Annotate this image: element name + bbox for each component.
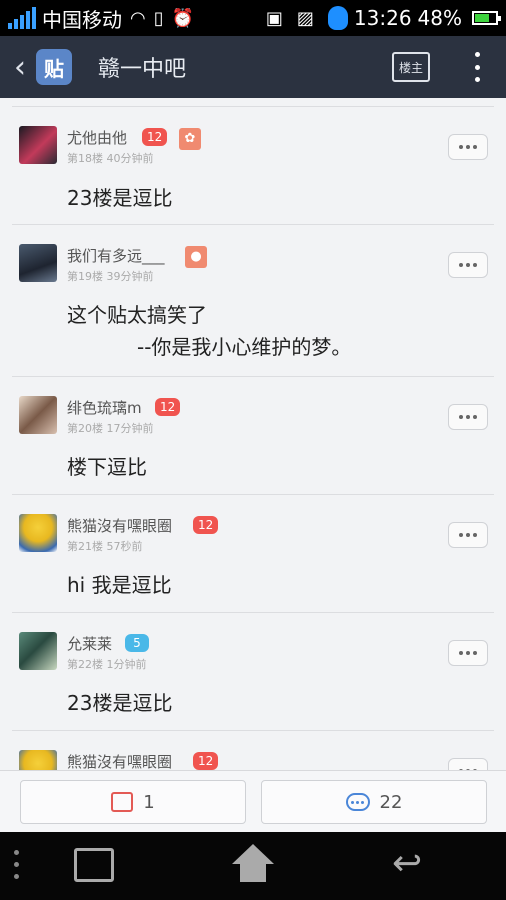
clock: 13:26 bbox=[353, 6, 412, 30]
recent-apps-icon[interactable] bbox=[74, 848, 114, 882]
post-meta: 第19楼 39分钟前 bbox=[67, 268, 154, 284]
post-options-button[interactable] bbox=[448, 252, 488, 278]
post-time: 40分钟前 bbox=[106, 152, 154, 165]
back-chevron-icon[interactable]: ‹ bbox=[6, 50, 34, 85]
camera-icon: ▣ bbox=[265, 7, 283, 29]
post-options-button[interactable] bbox=[448, 404, 488, 430]
post-time: 39分钟前 bbox=[106, 270, 154, 283]
comment-button[interactable]: 22 bbox=[261, 780, 487, 824]
level-badge: 12 bbox=[193, 752, 219, 770]
floor-number: 第22楼 bbox=[67, 658, 103, 671]
gift-icon: ✿ bbox=[179, 128, 201, 150]
like-button[interactable]: 1 bbox=[20, 780, 246, 824]
post-options-button[interactable] bbox=[448, 522, 488, 548]
qq-icon bbox=[327, 6, 348, 30]
floor-number: 第20楼 bbox=[67, 422, 103, 435]
post-item: 熊猫沒有嘿眼圈 12 bbox=[12, 730, 494, 770]
post-list: 尤他由他 12 ✿ 第18楼 40分钟前 23楼是逗比 我们有多远___ ● 第… bbox=[0, 98, 506, 770]
post-signature: --你是我小心维护的梦。 bbox=[137, 335, 352, 359]
post-item: 绯色琉璃m 12 第20楼 17分钟前 楼下逗比 bbox=[12, 376, 494, 494]
carrier-label: 中国移动 bbox=[42, 7, 122, 32]
post-meta: 第20楼 17分钟前 bbox=[67, 420, 154, 436]
username[interactable]: 我们有多远___ bbox=[67, 245, 165, 266]
system-nav-bar: ↩ bbox=[0, 832, 506, 900]
username[interactable]: 允莱莱 bbox=[67, 633, 112, 654]
post-time: 57秒前 bbox=[106, 540, 143, 553]
username[interactable]: 绯色琉璃m bbox=[67, 397, 142, 418]
avatar[interactable] bbox=[19, 632, 57, 670]
alarm-icon: ⏰ bbox=[171, 7, 195, 29]
like-count: 1 bbox=[143, 791, 155, 813]
post-meta: 第21楼 57秒前 bbox=[67, 538, 143, 554]
app-header: ‹ 贴 赣一中吧 楼主 bbox=[0, 36, 506, 98]
post-time: 1分钟前 bbox=[106, 658, 147, 671]
post-options-button[interactable] bbox=[448, 640, 488, 666]
floor-number: 第19楼 bbox=[67, 270, 103, 283]
battery-percent: 48% bbox=[417, 6, 462, 30]
tieba-logo[interactable]: 贴 bbox=[36, 49, 72, 85]
post-meta: 第18楼 40分钟前 bbox=[67, 150, 154, 166]
status-bar: 中国移动 ◠ ▯ ⏰ ▣ ▨ 13:26 48% bbox=[0, 0, 506, 36]
post-meta: 第22楼 1分钟前 bbox=[67, 656, 147, 672]
post-item: 我们有多远___ ● 第19楼 39分钟前 这个贴太搞笑了 --你是我小心维护的… bbox=[12, 224, 494, 376]
username[interactable]: 熊猫沒有嘿眼圈 bbox=[67, 515, 172, 536]
image-icon: ▨ bbox=[296, 7, 314, 29]
level-badge: 12 bbox=[155, 398, 181, 416]
home-icon[interactable] bbox=[232, 844, 274, 884]
comment-count: 22 bbox=[379, 791, 403, 813]
forum-title[interactable]: 赣一中吧 bbox=[98, 51, 186, 83]
username[interactable]: 尤他由他 bbox=[67, 127, 127, 148]
signal-icon bbox=[8, 7, 36, 29]
post-content: 这个贴太搞笑了 bbox=[67, 303, 207, 327]
thumbs-up-icon bbox=[111, 792, 134, 812]
post-content: hi 我是逗比 bbox=[67, 573, 172, 597]
post-options-button[interactable] bbox=[448, 134, 488, 160]
battery-icon bbox=[472, 11, 501, 25]
post-content: 23楼是逗比 bbox=[67, 691, 173, 715]
avatar[interactable] bbox=[19, 514, 57, 552]
post-item: 允莱莱 5 第22楼 1分钟前 23楼是逗比 bbox=[12, 612, 494, 730]
post-options-button[interactable] bbox=[448, 758, 488, 770]
back-icon[interactable]: ↩ bbox=[392, 846, 422, 882]
level-badge: 12 bbox=[142, 128, 168, 146]
post-content: 23楼是逗比 bbox=[67, 186, 173, 210]
comment-bubble-icon bbox=[345, 793, 370, 811]
avatar[interactable] bbox=[19, 126, 57, 164]
menu-icon[interactable] bbox=[14, 850, 19, 879]
avatar[interactable] bbox=[19, 244, 57, 282]
post-time: 17分钟前 bbox=[106, 422, 154, 435]
level-badge: 12 bbox=[193, 516, 219, 534]
post-item: 熊猫沒有嘿眼圈 12 第21楼 57秒前 hi 我是逗比 bbox=[12, 494, 494, 612]
user-profile-icon: ● bbox=[185, 246, 207, 268]
username[interactable]: 熊猫沒有嘿眼圈 bbox=[67, 751, 172, 770]
floor-number: 第21楼 bbox=[67, 540, 103, 553]
only-op-button[interactable]: 楼主 bbox=[392, 52, 430, 82]
level-badge: 5 bbox=[125, 634, 149, 652]
floor-number: 第18楼 bbox=[67, 152, 103, 165]
avatar[interactable] bbox=[19, 750, 57, 770]
more-menu-icon[interactable] bbox=[470, 52, 484, 82]
post-content: 楼下逗比 bbox=[67, 455, 147, 479]
post-item: 尤他由他 12 ✿ 第18楼 40分钟前 23楼是逗比 bbox=[12, 106, 494, 224]
avatar[interactable] bbox=[19, 396, 57, 434]
action-bar: 1 22 bbox=[0, 770, 506, 832]
vibrate-icon: ▯ bbox=[153, 7, 164, 29]
wifi-icon: ◠ bbox=[130, 7, 146, 29]
